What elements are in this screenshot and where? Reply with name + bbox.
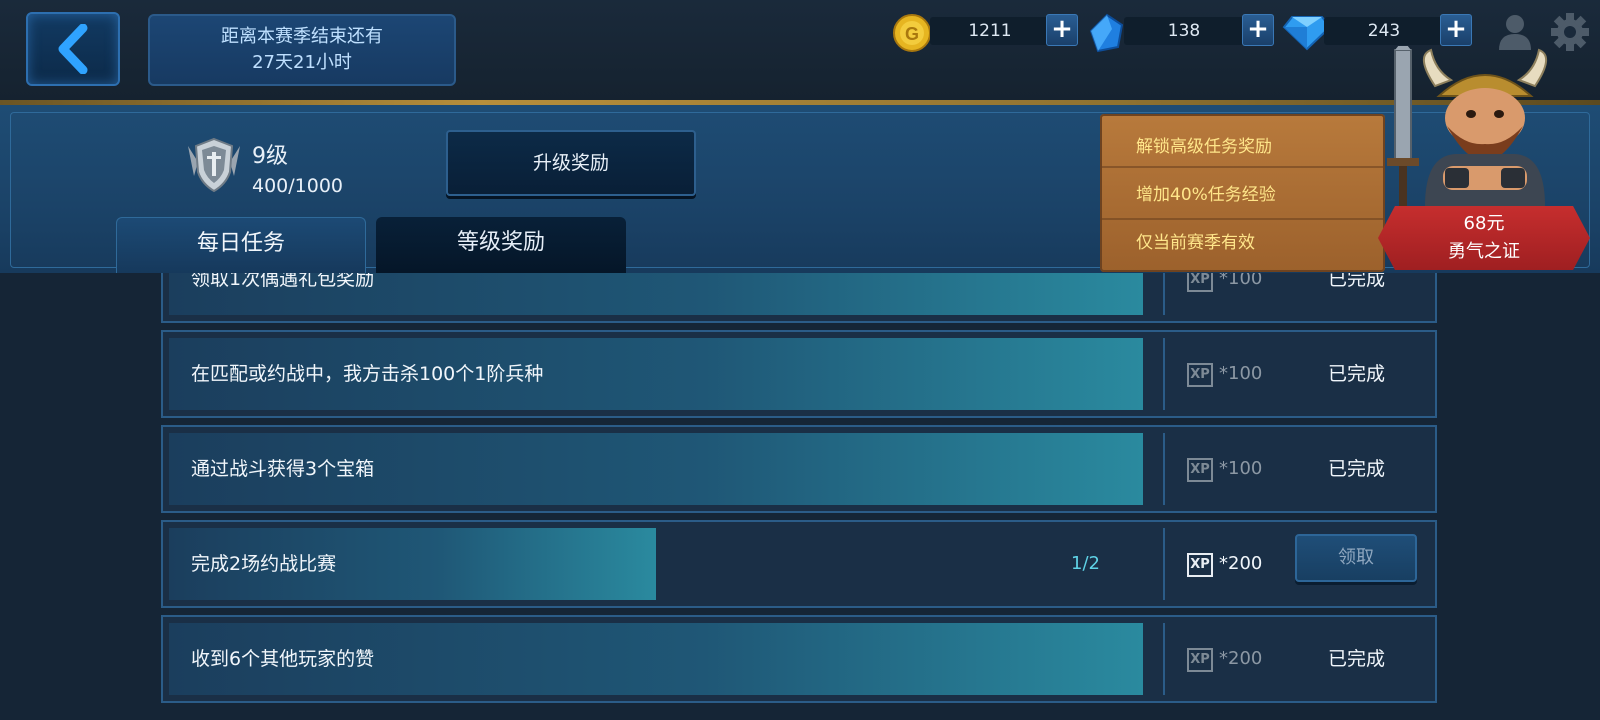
- crystal-currency: 138 +: [1088, 13, 1274, 53]
- promo-benefit-2: 增加40%任务经验: [1136, 185, 1276, 205]
- xp-icon: XP: [1187, 363, 1213, 387]
- divider: [1163, 433, 1165, 505]
- task-row: 通过战斗获得3个宝箱 XP *100 已完成: [161, 425, 1437, 513]
- plank-divider: [1100, 218, 1385, 220]
- task-xp-reward: *100: [1219, 458, 1263, 479]
- back-button[interactable]: [26, 12, 120, 86]
- task-status: 已完成: [1328, 273, 1386, 290]
- xp-icon: XP: [1187, 458, 1213, 482]
- task-label: 在匹配或约战中，我方击杀100个1阶兵种: [191, 363, 544, 385]
- divider: [1163, 338, 1165, 410]
- add-crystal-button[interactable]: +: [1242, 14, 1274, 46]
- task-row: 收到6个其他玩家的赞 XP *200 已完成: [161, 615, 1437, 703]
- svg-text:G: G: [905, 24, 919, 44]
- season-countdown-label: 距离本赛季结束还有: [221, 26, 383, 47]
- diamond-currency: 243 +: [1282, 13, 1472, 51]
- task-label: 通过战斗获得3个宝箱: [191, 458, 375, 480]
- task-status: 已完成: [1328, 648, 1386, 670]
- upgrade-reward-button[interactable]: 升级奖励: [446, 130, 696, 196]
- promo-benefit-3: 仅当前赛季有效: [1136, 233, 1255, 253]
- tab-level-rewards[interactable]: 等级奖励: [376, 217, 626, 273]
- rank-shield-icon: [188, 137, 240, 193]
- task-xp-reward: *200: [1219, 553, 1263, 574]
- task-row: 领取1次偶遇礼包奖励 XP *100 已完成: [161, 273, 1437, 323]
- task-status: 已完成: [1328, 458, 1386, 480]
- divider: [1163, 528, 1165, 600]
- task-row: 在匹配或约战中，我方击杀100个1阶兵种 XP *100 已完成: [161, 330, 1437, 418]
- season-countdown-time: 27天21小时: [252, 52, 352, 73]
- promo-benefit-1: 解锁高级任务奖励: [1136, 137, 1272, 157]
- task-progress-count: 1/2: [1071, 553, 1100, 574]
- add-gold-button[interactable]: +: [1046, 14, 1078, 46]
- plank-divider: [1100, 166, 1385, 168]
- task-xp-reward: *200: [1219, 648, 1263, 669]
- task-label: 收到6个其他玩家的赞: [191, 648, 375, 670]
- claim-button[interactable]: 领取: [1295, 534, 1417, 582]
- diamond-amount: 243: [1324, 17, 1444, 45]
- gold-coin-icon: G: [893, 14, 931, 52]
- premium-pass-price: 68元: [1463, 213, 1505, 234]
- level-label: 9级: [252, 144, 288, 169]
- season-countdown: 距离本赛季结束还有 27天21小时: [148, 14, 456, 86]
- premium-pass-title: 勇气之证: [1448, 241, 1520, 262]
- chevron-left-icon: [58, 24, 88, 74]
- viking-warrior-illustration: [1387, 46, 1547, 206]
- xp-icon: XP: [1187, 273, 1213, 292]
- level-xp-progress: 400/1000: [252, 175, 344, 197]
- tab-daily-tasks[interactable]: 每日任务: [116, 217, 366, 273]
- divider: [1163, 273, 1165, 315]
- add-diamond-button[interactable]: +: [1440, 14, 1472, 46]
- task-status: 已完成: [1328, 363, 1386, 385]
- daily-task-list[interactable]: 领取1次偶遇礼包奖励 XP *100 已完成 在匹配或约战中，我方击杀100个1…: [0, 273, 1600, 720]
- divider: [1163, 623, 1165, 695]
- task-label: 领取1次偶遇礼包奖励: [191, 273, 375, 290]
- premium-pass-buy-button[interactable]: 68元 勇气之证: [1378, 206, 1590, 270]
- crystal-amount: 138: [1124, 17, 1244, 45]
- blue-crystal-icon: [1089, 13, 1124, 53]
- premium-pass-promo[interactable]: 解锁高级任务奖励 增加40%任务经验 仅当前赛季有效: [1100, 114, 1385, 272]
- task-label: 完成2场约战比赛: [191, 553, 337, 575]
- task-xp-reward: *100: [1219, 273, 1263, 289]
- task-row: 完成2场约战比赛 1/2 XP *200 领取: [161, 520, 1437, 608]
- gold-amount: 1211: [930, 17, 1050, 45]
- xp-icon: XP: [1187, 648, 1213, 672]
- xp-icon: XP: [1187, 553, 1213, 577]
- gold-currency: G 1211 +: [892, 13, 1078, 52]
- task-xp-reward: *100: [1219, 363, 1263, 384]
